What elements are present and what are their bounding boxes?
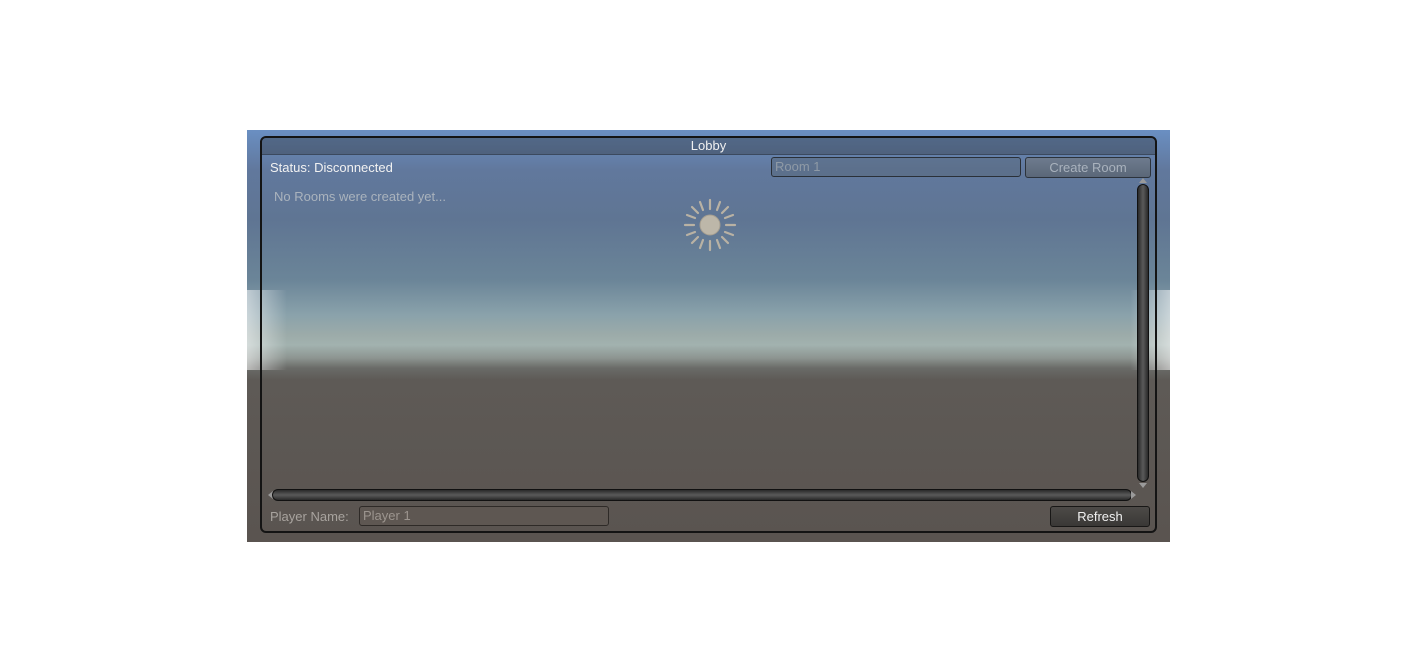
window-title[interactable]: Lobby bbox=[262, 138, 1155, 155]
connection-status: Status: Disconnected bbox=[270, 160, 393, 175]
create-room-button[interactable]: Create Room bbox=[1025, 157, 1151, 178]
room-list-horizontal-scrollbar[interactable] bbox=[268, 488, 1136, 502]
player-name-input[interactable]: Player 1 bbox=[359, 506, 609, 526]
room-list-vertical-scrollbar[interactable] bbox=[1136, 178, 1150, 488]
scroll-down-arrow-icon[interactable] bbox=[1139, 483, 1147, 488]
room-name-input[interactable]: Room 1 bbox=[771, 157, 1021, 177]
player-name-label: Player Name: bbox=[270, 509, 349, 524]
horizontal-scroll-thumb[interactable] bbox=[272, 489, 1132, 501]
vertical-scroll-thumb[interactable] bbox=[1137, 184, 1149, 482]
scroll-up-arrow-icon[interactable] bbox=[1139, 178, 1147, 183]
room-list-empty-message: No Rooms were created yet... bbox=[274, 189, 446, 204]
game-viewport: Lobby Status: Disconnected Room 1 Create… bbox=[247, 130, 1170, 542]
scroll-right-arrow-icon[interactable] bbox=[1131, 491, 1136, 499]
refresh-button[interactable]: Refresh bbox=[1050, 506, 1150, 527]
lobby-window: Lobby Status: Disconnected Room 1 Create… bbox=[260, 136, 1157, 533]
